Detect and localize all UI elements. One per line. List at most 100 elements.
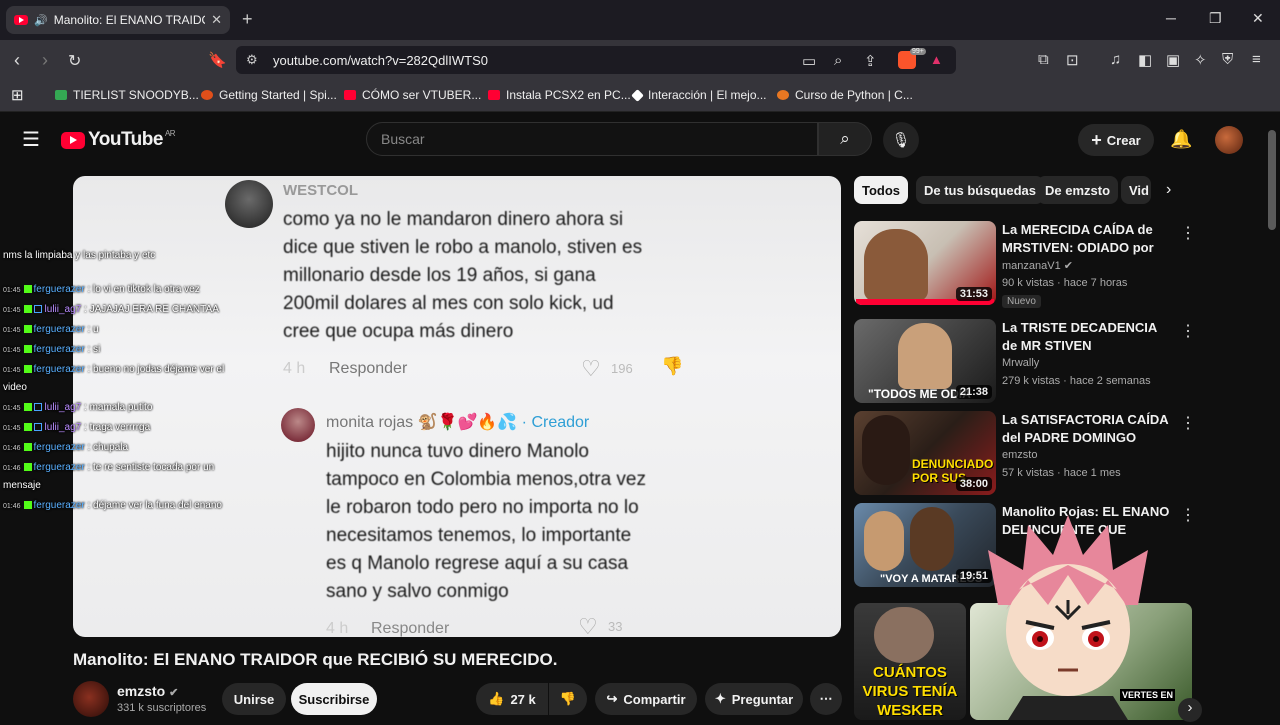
vtuber-avatar-overlay [968, 510, 1168, 720]
menu-icon[interactable]: ≡ [1252, 51, 1261, 68]
kick-badge-icon [23, 443, 32, 452]
more-options-icon[interactable]: ⋮ [1180, 413, 1196, 433]
brave-rewards-icon[interactable]: ▲ [930, 52, 943, 67]
browser-tab-strip: 🔊 Manolito: El ENANO TRAIDOR ✕ + ─ ❐ ✕ [0, 0, 1280, 40]
chip-from-channel[interactable]: De emzsto [1037, 176, 1119, 204]
comment-line: dice que stiven le robo a manolo, stiven… [283, 237, 643, 258]
bookmark-favicon-icon [201, 90, 213, 100]
account-avatar[interactable] [1215, 126, 1243, 154]
chip-all[interactable]: Todos [854, 176, 909, 204]
bookmark-icon[interactable]: 🔖 [208, 51, 227, 69]
recommended-video[interactable]: "TODOS ME ODIA 21:38 La TRISTE DECADENCI… [854, 319, 1199, 407]
address-bar[interactable]: ⚙ youtube.com/watch?v=282QdlIWTS0 ▭ ⌕ ⇪ … [236, 46, 956, 74]
comment-author: monita rojas 🐒🌹💕🔥💦 · Creador [326, 414, 590, 431]
youtube-logo[interactable]: YouTube AR [61, 129, 176, 151]
search-input[interactable]: Buscar [366, 122, 818, 156]
tab-title: Manolito: El ENANO TRAIDOR [53, 13, 206, 27]
video-thumbnail[interactable]: "TODOS ME ODIA 21:38 [854, 319, 996, 403]
plus-icon: + [1091, 129, 1102, 150]
cast-icon[interactable]: ▭ [802, 52, 816, 70]
chip-from-searches[interactable]: De tus búsquedas [916, 176, 1044, 204]
thumbnail-person [910, 507, 954, 571]
bookmark-item[interactable]: Instala PCSX2 en PC... [488, 88, 631, 102]
join-button[interactable]: Unirse [222, 683, 286, 715]
comment-line: tampoco en Colombia menos,otra vez [326, 469, 646, 490]
media-icon[interactable]: ♫ [1110, 51, 1121, 68]
bookmark-favicon-icon [777, 90, 789, 100]
apps-grid-icon[interactable]: ⊞ [11, 86, 24, 104]
site-settings-icon[interactable]: ⚙ [246, 52, 258, 68]
share-icon[interactable]: ⇪ [864, 52, 877, 70]
vtuber-avatar-illustration [988, 515, 1148, 720]
video-title: La MERECIDA CAÍDA de MRSTIVEN: ODIADO po… [1002, 222, 1154, 255]
browser-tab[interactable]: 🔊 Manolito: El ENANO TRAIDOR ✕ [6, 6, 230, 34]
chat-message: 01:45 ferguerazer : bueno no jodas déjame… [3, 364, 225, 375]
search-button[interactable]: ⌕ [818, 122, 872, 156]
guide-menu-icon[interactable]: ☰ [22, 127, 40, 152]
maximize-icon[interactable]: ❐ [1209, 10, 1222, 27]
subscribe-button[interactable]: Suscribirse [291, 683, 377, 715]
bookmark-item[interactable]: CÓMO ser VTUBER... [344, 88, 481, 102]
thumbs-up-icon: 👍 [488, 691, 505, 706]
zoom-icon[interactable]: ⌕ [834, 52, 842, 69]
video-thumbnail[interactable]: DENUNCIADO POR SUS 38:00 [854, 411, 996, 495]
create-button[interactable]: + Crear [1078, 124, 1154, 156]
extensions-icon[interactable]: ⧉ [1038, 51, 1049, 68]
comment-time: 4 h [326, 620, 349, 637]
video-meta: 90 k vistas · hace 7 horas [1002, 277, 1128, 289]
channel-avatar[interactable] [73, 681, 109, 717]
speaker-icon[interactable]: 🔊 [34, 14, 48, 27]
thumbnail-text: CUÁNTOS VIRUS TENÍA WESKER [862, 664, 958, 719]
shelf-next-icon[interactable]: › [1178, 698, 1202, 722]
leo-ai-icon[interactable]: ✧ [1194, 51, 1207, 69]
more-options-icon[interactable]: ⋮ [1180, 321, 1196, 341]
notifications-bell-icon[interactable]: 🔔 [1170, 129, 1192, 150]
comment-line: como ya no le mandaron dinero ahora si [283, 209, 624, 230]
youtube-play-icon [61, 131, 85, 149]
ask-button[interactable]: ✦ Preguntar [705, 683, 803, 715]
video-thumbnail[interactable]: 31:53 [854, 221, 996, 305]
close-window-icon[interactable]: ✕ [1252, 10, 1264, 27]
chat-message: 01:45 ferguerazer : lo vi en tiktok la ot… [3, 284, 200, 295]
share-button[interactable]: ↪ Compartir [595, 683, 697, 715]
bookmark-item[interactable]: TIERLIST SNOODYB... [55, 88, 199, 102]
url-text: youtube.com/watch?v=282QdlIWTS0 [273, 53, 488, 68]
vpn-icon[interactable]: ⛨ [1222, 51, 1233, 68]
bookmark-item[interactable]: Getting Started | Spi... [201, 88, 337, 102]
reload-icon[interactable]: ↻ [68, 51, 81, 71]
sidebar-icon[interactable]: ◧ [1138, 51, 1152, 69]
more-options-icon[interactable]: ⋮ [1180, 223, 1196, 243]
more-options-icon[interactable]: ⋮ [1180, 505, 1196, 525]
page-scrollbar[interactable] [1268, 130, 1276, 230]
voice-search-button[interactable]: 🎙 [883, 122, 919, 158]
kick-badge-icon [23, 463, 32, 472]
chat-message: 01:45 lulii_ag7 : traga verrrrga [3, 422, 151, 433]
wallet-icon[interactable]: ▣ [1166, 51, 1180, 69]
recommended-video[interactable]: 31:53 La MERECIDA CAÍDA de MRSTIVEN: ODI… [854, 221, 1199, 309]
channel-name[interactable]: emzsto ✔ [117, 683, 178, 699]
like-button[interactable]: 👍 27 k [476, 683, 548, 715]
new-tab-icon[interactable]: + [242, 9, 253, 30]
bookmark-item[interactable]: Interacción | El mejo... [631, 88, 767, 102]
shelf-thumbnail[interactable]: CUÁNTOS VIRUS TENÍA WESKER [854, 603, 966, 720]
bookmark-favicon-icon [344, 90, 356, 100]
forward-icon[interactable]: › [42, 50, 48, 71]
recommended-video[interactable]: DENUNCIADO POR SUS 38:00 La SATISFACTORI… [854, 411, 1199, 499]
tab-search-icon[interactable]: ⊡ [1066, 51, 1079, 69]
share-arrow-icon: ↪ [606, 691, 618, 706]
close-tab-icon[interactable]: ✕ [211, 12, 222, 28]
bookmark-item[interactable]: Curso de Python | C... [777, 88, 913, 102]
chips-next-icon[interactable]: › [1166, 181, 1171, 199]
new-badge: Nuevo [1002, 295, 1041, 308]
chat-message: mensaje [3, 480, 41, 491]
kick-badge-icon [23, 285, 32, 294]
verified-icon: ✔ [1063, 260, 1073, 272]
comment-line: 200mil dolares al mes con solo kick, ud [283, 293, 614, 314]
back-icon[interactable]: ‹ [14, 50, 20, 71]
chat-message: nms la limpiaba y las pintaba y etc [3, 250, 156, 261]
dislike-button[interactable]: 👎 [549, 683, 587, 715]
chip-videos[interactable]: Vid [1121, 176, 1151, 204]
more-actions-button[interactable]: ⋯ [810, 683, 842, 715]
bookmarks-bar: ⊞ TIERLIST SNOODYB... Getting Started | … [0, 80, 1280, 112]
minimize-icon[interactable]: ─ [1166, 10, 1176, 26]
